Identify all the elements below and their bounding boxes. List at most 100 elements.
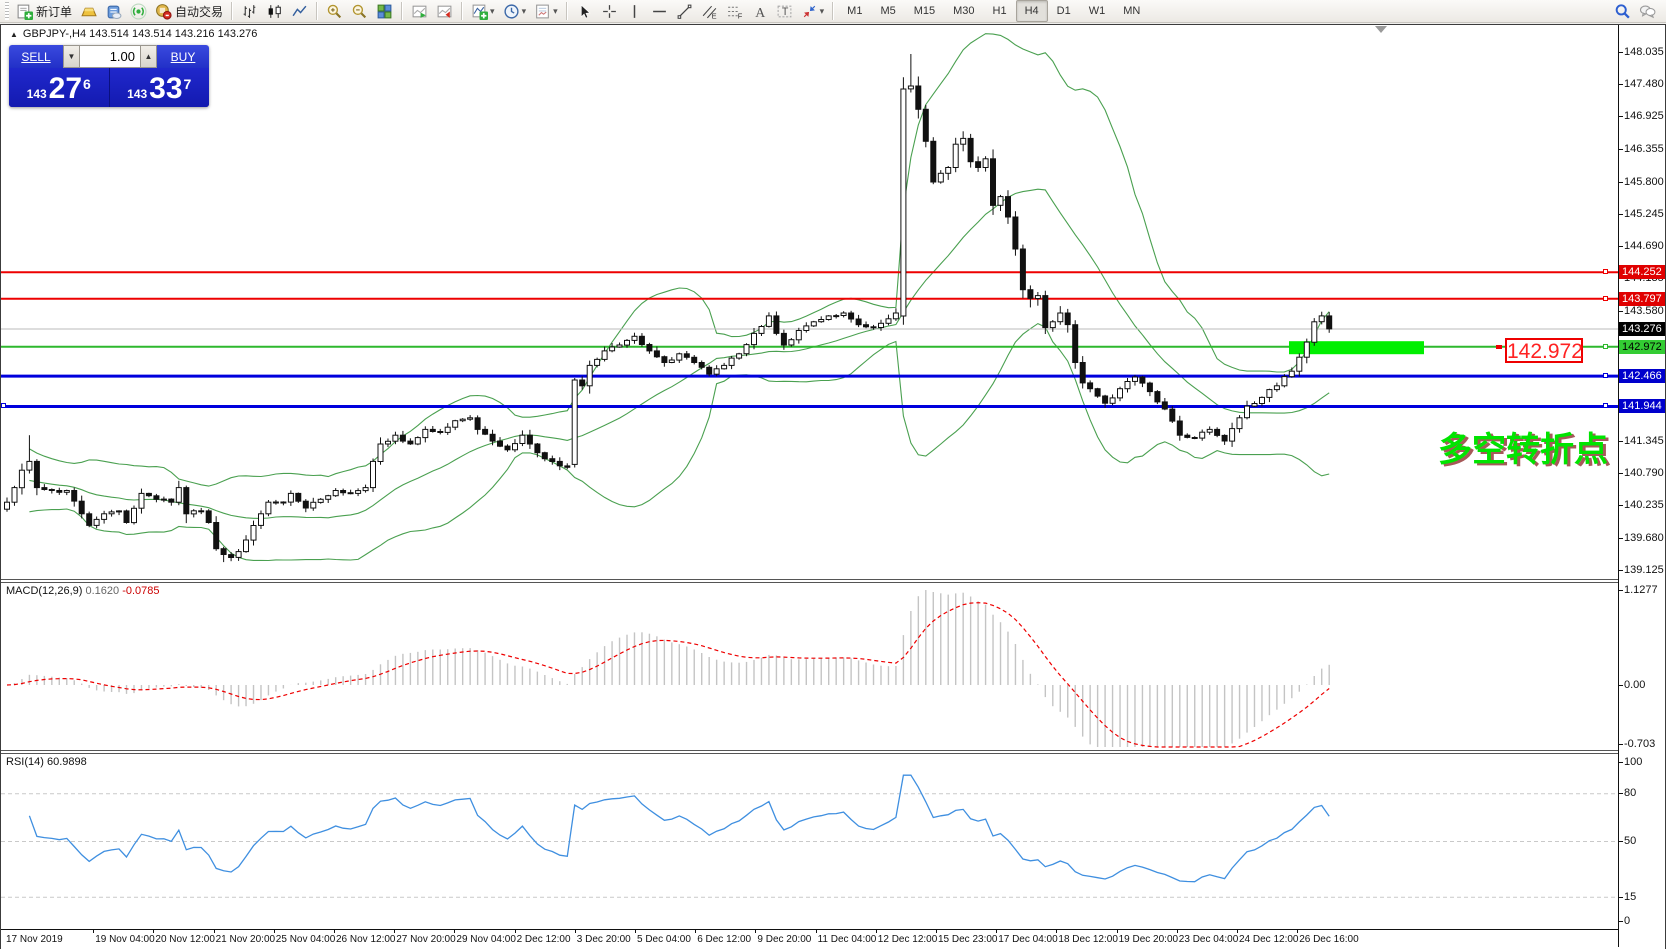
candle	[273, 500, 278, 505]
collapse-trade-panel-icon[interactable]: ▲	[10, 30, 18, 39]
dropdown-caret-icon[interactable]: ▾	[522, 6, 527, 17]
time-tick	[1117, 930, 1118, 933]
line-handle[interactable]	[1603, 269, 1608, 274]
candle	[1043, 291, 1048, 334]
price-annotation-box[interactable]: 142.972	[1505, 338, 1583, 363]
chart-shift-button[interactable]	[432, 0, 457, 22]
svg-text:F: F	[737, 11, 742, 20]
rsi-axis-label: 100	[1624, 756, 1642, 768]
new-order-button[interactable]: 新订单	[12, 0, 76, 22]
signals-button[interactable]	[126, 0, 151, 22]
candle	[1289, 368, 1294, 378]
candle	[363, 485, 368, 493]
volume-increase-button[interactable]: ▲	[140, 45, 157, 68]
timeframe-m1-button[interactable]: M1	[838, 0, 871, 22]
bid-price-button[interactable]: 143 27 6	[9, 68, 109, 107]
fibonacci-icon: F	[726, 3, 743, 20]
vline-button[interactable]	[622, 0, 647, 22]
price-tick-label: 145.800	[1624, 176, 1664, 188]
volume-input[interactable]	[80, 45, 140, 68]
line-handle[interactable]	[1603, 373, 1608, 378]
annotation-anchor[interactable]	[1496, 345, 1502, 349]
hline-button[interactable]	[647, 0, 672, 22]
indicators-button[interactable]: ▾	[467, 0, 499, 22]
line-handle[interactable]	[1, 403, 6, 408]
timeframe-m30-button[interactable]: M30	[944, 0, 983, 22]
autotrading-button[interactable]: 自动交易	[151, 0, 227, 22]
crosshair-icon	[601, 3, 618, 20]
bar-chart-button[interactable]	[237, 0, 262, 22]
buy-button[interactable]: BUY	[157, 45, 209, 68]
candle	[49, 488, 54, 493]
line-chart-button[interactable]	[287, 0, 312, 22]
market-watch-button[interactable]	[101, 0, 126, 22]
candle	[132, 506, 137, 525]
clock-icon	[503, 3, 520, 20]
candle	[445, 423, 450, 435]
dropdown-caret-icon[interactable]: ▾	[820, 6, 825, 17]
pane-separator[interactable]	[1, 579, 1618, 580]
time-tick	[515, 930, 516, 933]
volume-decrease-button[interactable]: ▼	[63, 45, 80, 68]
cursor-button[interactable]	[572, 0, 597, 22]
time-tick	[635, 930, 636, 933]
search-button[interactable]	[1610, 0, 1635, 22]
line-handle[interactable]	[1603, 403, 1608, 408]
timeframe-m5-button[interactable]: M5	[871, 0, 904, 22]
candle	[1125, 378, 1130, 393]
zoom-in-button[interactable]	[322, 0, 347, 22]
candle	[1110, 394, 1115, 405]
main-chart-canvas[interactable]	[1, 25, 1618, 579]
time-tick	[755, 930, 756, 933]
candle	[1058, 306, 1063, 325]
templates-button[interactable]: ▾	[530, 0, 562, 22]
gold-ingot-button[interactable]	[76, 0, 101, 22]
candle	[229, 552, 234, 561]
timeframe-m15-button[interactable]: M15	[905, 0, 944, 22]
line-handle[interactable]	[1603, 296, 1608, 301]
price-tag-143.797: 143.797	[1619, 292, 1665, 306]
ask-price-button[interactable]: 143 33 7	[110, 68, 210, 107]
candle	[931, 137, 936, 184]
label-button[interactable]: T	[772, 0, 797, 22]
candle	[378, 437, 383, 464]
text-button[interactable]: A	[747, 0, 772, 22]
rsi-canvas[interactable]	[1, 754, 1618, 929]
dropdown-caret-icon[interactable]: ▾	[553, 6, 558, 17]
candle	[737, 353, 742, 360]
crosshair-button[interactable]	[597, 0, 622, 22]
timeframe-h4-button[interactable]: H4	[1016, 0, 1048, 22]
sell-button[interactable]: SELL	[9, 45, 63, 68]
timeframe-mn-button[interactable]: MN	[1114, 0, 1149, 22]
candle	[191, 509, 196, 517]
auto-scroll-button[interactable]	[407, 0, 432, 22]
chat-button[interactable]	[1635, 0, 1660, 22]
turning-point-annotation[interactable]: 多空转折点	[1438, 422, 1608, 471]
price-tick-label: 144.690	[1624, 240, 1664, 252]
candle	[1006, 190, 1011, 224]
zoom-out-button[interactable]	[347, 0, 372, 22]
periods-button[interactable]: ▾	[499, 0, 531, 22]
fibonacci-button[interactable]: F	[722, 0, 747, 22]
timeframe-h1-button[interactable]: H1	[984, 0, 1016, 22]
candle	[1080, 356, 1085, 388]
price-axis[interactable]: 148.035147.480146.925146.355145.800145.2…	[1618, 25, 1665, 947]
candle	[400, 431, 405, 443]
channel-button[interactable]: E	[697, 0, 722, 22]
timeframe-d1-button[interactable]: D1	[1048, 0, 1080, 22]
tile-windows-button[interactable]	[372, 0, 397, 22]
candle	[154, 494, 159, 502]
candle	[998, 195, 1003, 211]
time-axis[interactable]: 17 Nov 201919 Nov 04:0020 Nov 12:0021 No…	[1, 929, 1618, 948]
chart-shift-marker[interactable]	[1375, 26, 1387, 33]
dropdown-caret-icon[interactable]: ▾	[490, 6, 495, 17]
pane-separator[interactable]	[1, 750, 1618, 751]
line-handle[interactable]	[1603, 344, 1608, 349]
trendline-button[interactable]	[672, 0, 697, 22]
candle	[692, 355, 697, 364]
arrows-button[interactable]: ▾	[797, 0, 829, 22]
time-tick	[695, 930, 696, 933]
candle-chart-button[interactable]	[262, 0, 287, 22]
timeframe-w1-button[interactable]: W1	[1080, 0, 1115, 22]
macd-canvas[interactable]	[1, 583, 1618, 750]
